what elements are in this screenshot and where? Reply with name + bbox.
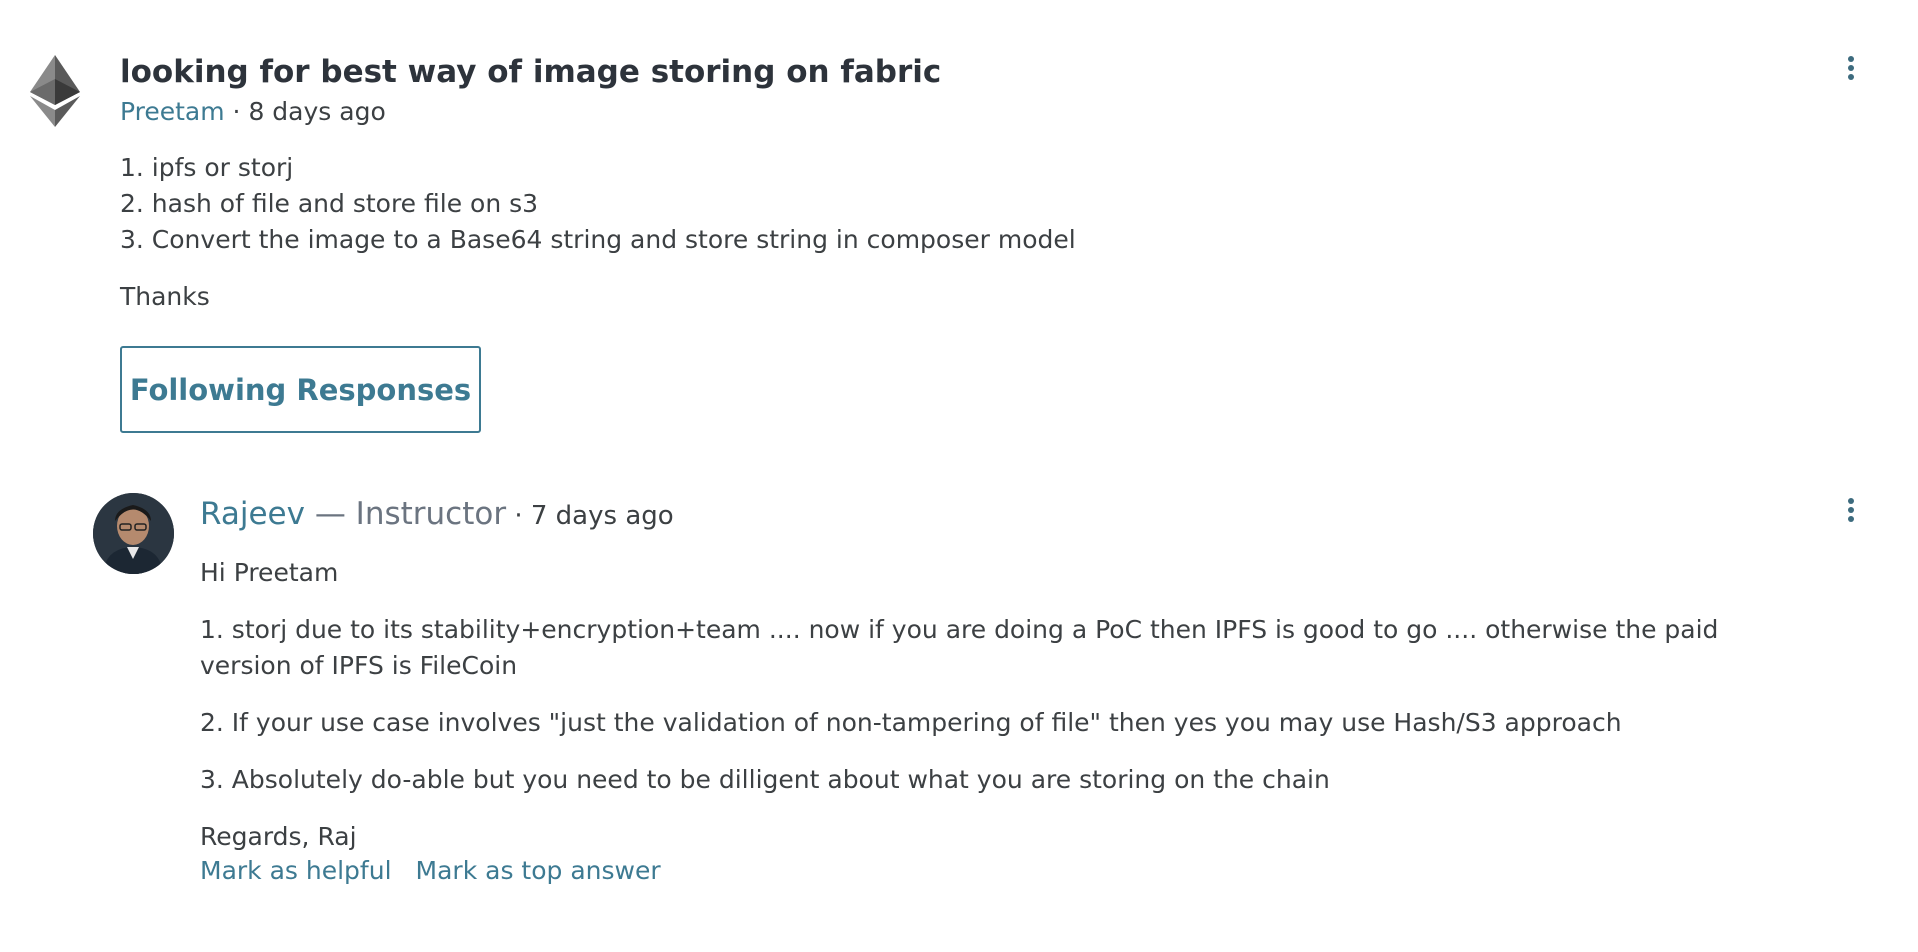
answer-header: Rajeev — Instructor · 7 days ago	[200, 492, 674, 541]
more-vertical-icon[interactable]	[1841, 498, 1861, 528]
question-author-link[interactable]: Preetam	[120, 97, 225, 126]
question-line: 2. hash of file and store file on s3	[120, 189, 539, 218]
answer-paragraph: 3. Absolutely do-able but you need to be…	[200, 765, 1330, 794]
answer-paragraph: 1. storj due to its stability+encryption…	[200, 615, 1719, 680]
answer-greeting: Hi Preetam	[200, 558, 339, 587]
ethereum-logo-icon	[30, 55, 80, 127]
answer-post: Rajeev — Instructor · 7 days ago Hi Pree…	[0, 480, 1918, 920]
following-responses-button[interactable]: Following Responses	[120, 346, 481, 433]
question-line: 3. Convert the image to a Base64 string …	[120, 225, 1076, 254]
mark-helpful-link[interactable]: Mark as helpful	[200, 856, 392, 885]
answer-actions: Mark as helpful Mark as top answer	[200, 853, 685, 889]
author-role: — Instructor	[304, 496, 507, 532]
question-line: 1. ipfs or storj	[120, 153, 294, 182]
question-title: looking for best way of image storing on…	[120, 54, 942, 90]
question-body: 1. ipfs or storj 2. hash of file and sto…	[120, 150, 1076, 315]
question-timestamp: 8 days ago	[248, 97, 386, 126]
answer-paragraph: 2. If your use case involves "just the v…	[200, 708, 1622, 737]
answer-body: Hi Preetam 1. storj due to its stability…	[200, 555, 1800, 855]
meta-separator: ·	[506, 501, 531, 531]
answer-author-link[interactable]: Rajeev	[200, 496, 305, 532]
question-post: looking for best way of image storing on…	[0, 0, 1918, 450]
answer-signoff: Regards, Raj	[200, 822, 357, 851]
question-meta: Preetam · 8 days ago	[120, 94, 386, 130]
user-avatar-icon	[93, 493, 174, 574]
answer-timestamp: 7 days ago	[530, 501, 674, 531]
mark-top-answer-link[interactable]: Mark as top answer	[416, 856, 661, 885]
more-vertical-icon[interactable]	[1841, 56, 1861, 86]
question-closing: Thanks	[120, 282, 210, 311]
meta-separator: ·	[224, 97, 249, 126]
avatar[interactable]	[93, 493, 174, 574]
